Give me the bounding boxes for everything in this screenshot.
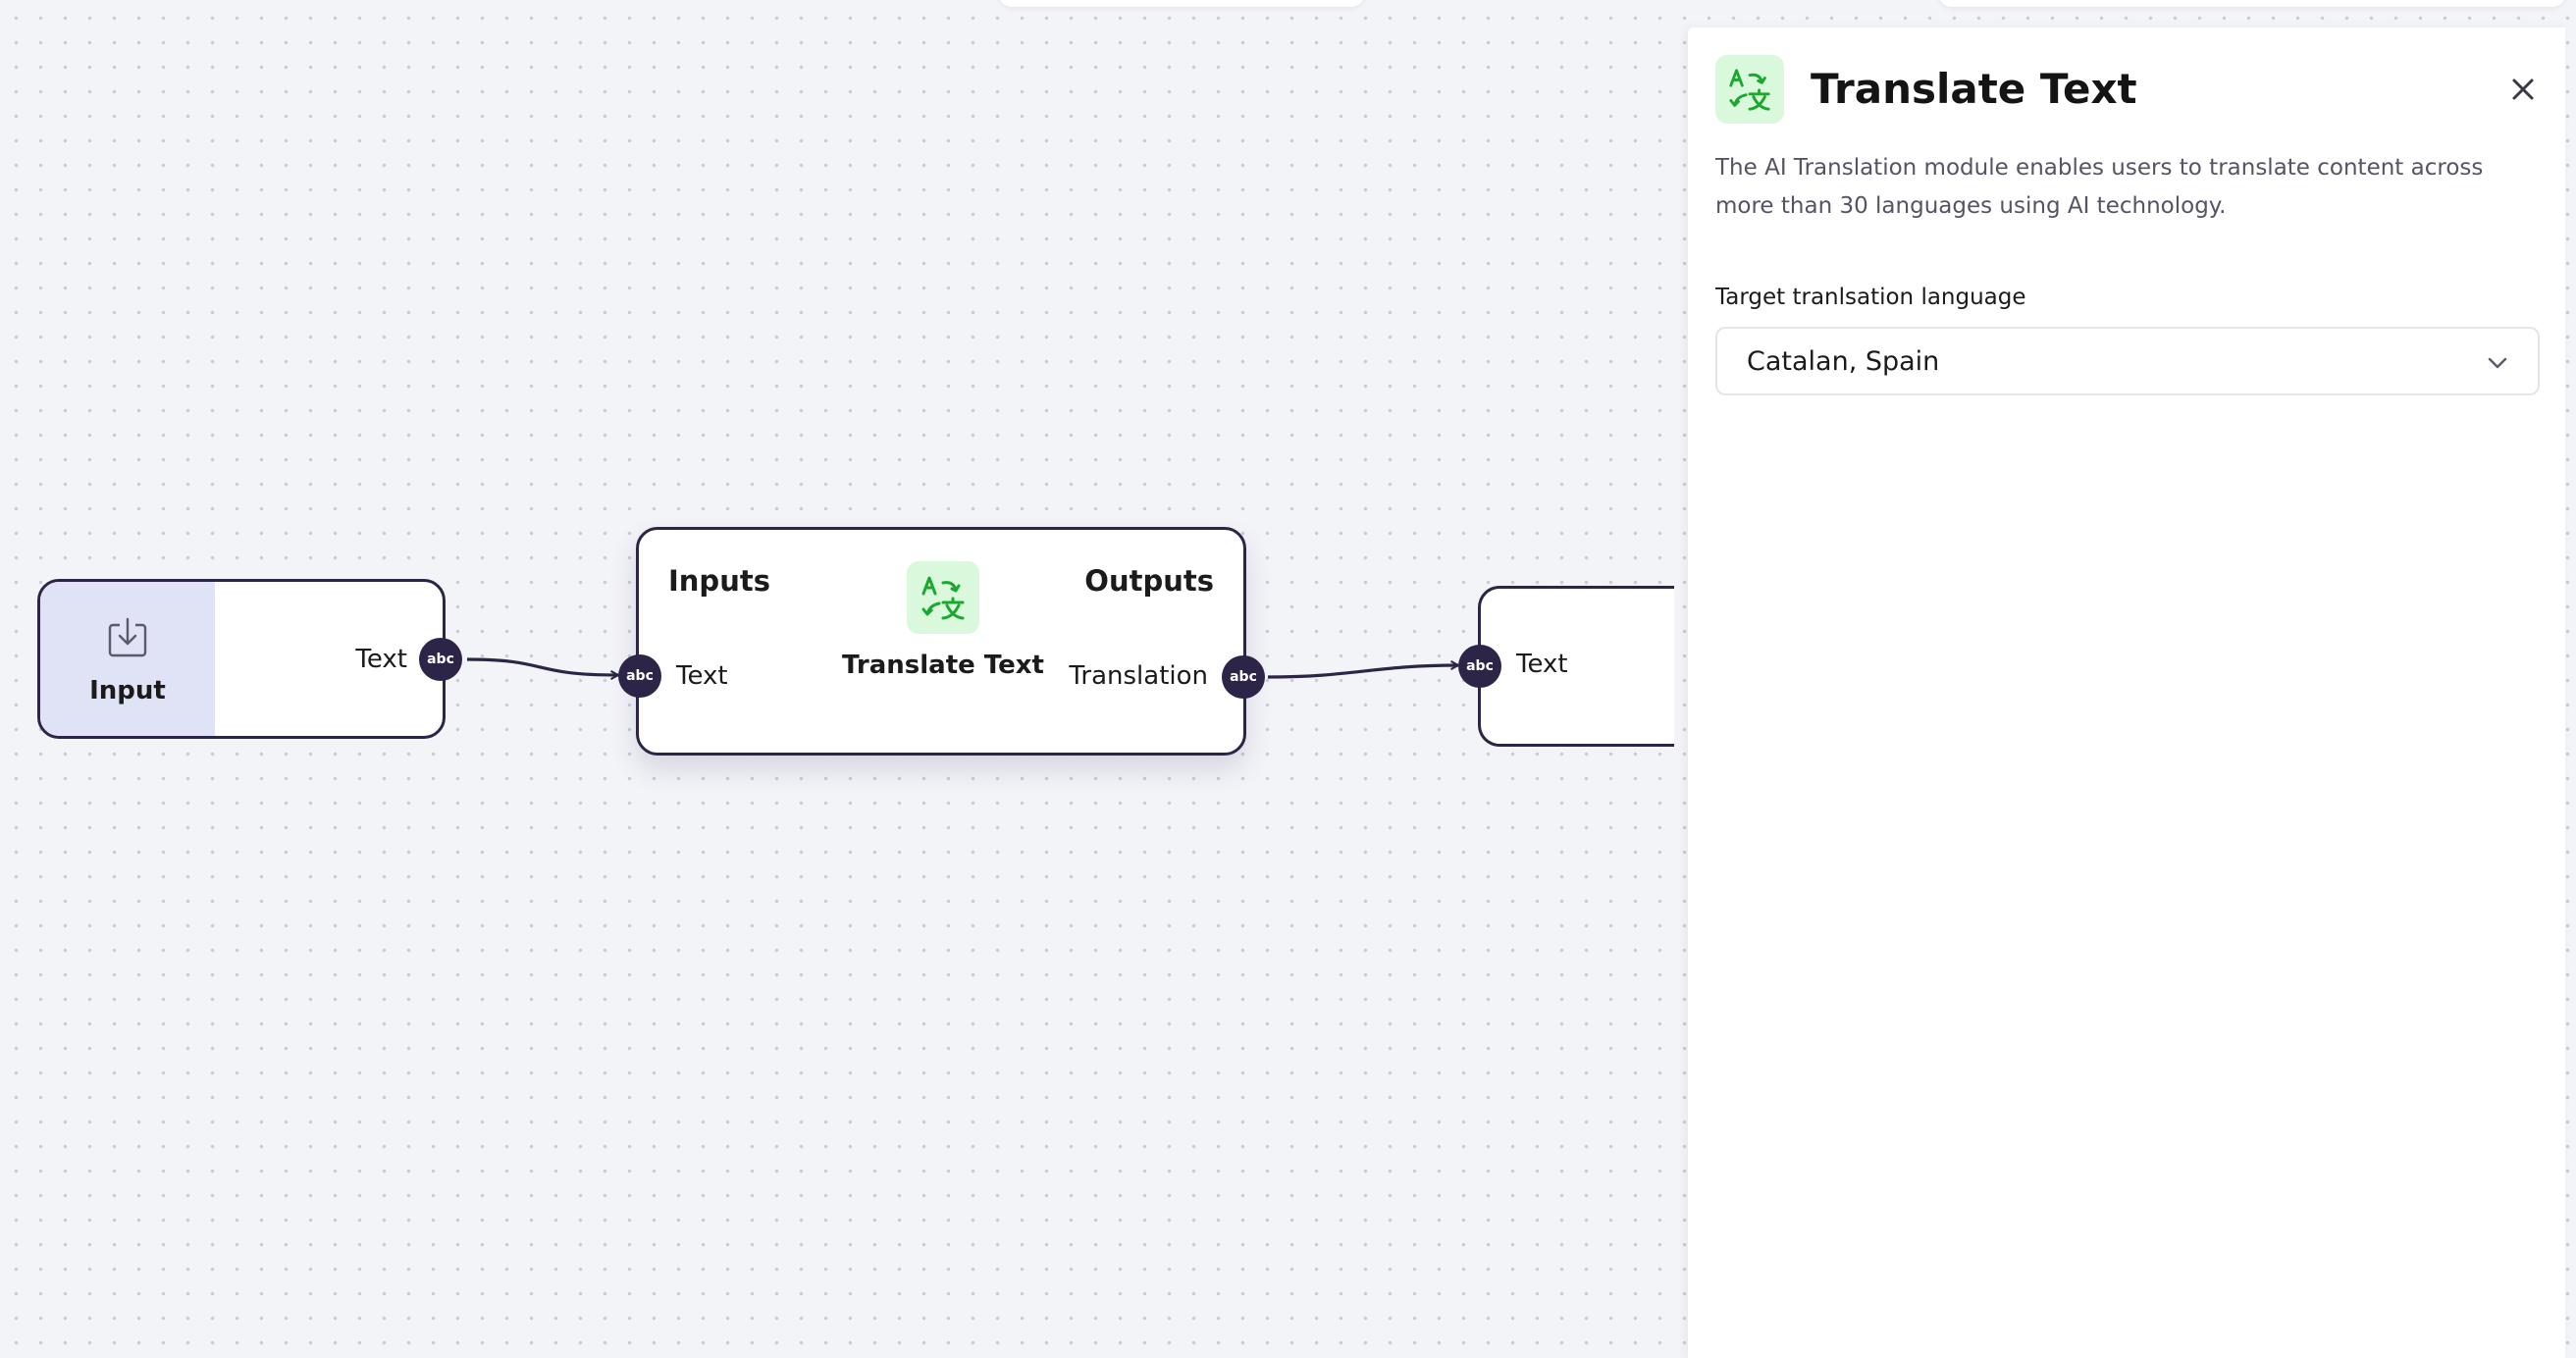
panel-description: The AI Translation module enables users … xyxy=(1715,155,2484,219)
close-icon[interactable] xyxy=(2508,75,2538,104)
node-settings-panel: Translate Text The AI Translation module… xyxy=(1688,27,2565,1358)
translate-node-title: Translate Text xyxy=(842,651,1044,680)
input-node[interactable]: Input Text xyxy=(37,579,446,739)
offscreen-node-card[interactable] xyxy=(1938,0,2566,7)
translate-icon xyxy=(921,576,965,620)
translate-node-icon-tile xyxy=(907,561,979,634)
panel-icon-tile xyxy=(1715,55,1784,124)
target-language-label: Target tranlsation language xyxy=(1715,285,2026,310)
input-icon xyxy=(108,617,147,656)
target-language-value: Catalan, Spain xyxy=(1747,346,1940,377)
edge-translate-to-output xyxy=(1267,665,1458,679)
translate-icon xyxy=(1729,69,1770,111)
offscreen-node-card[interactable] xyxy=(998,0,1365,7)
translate-node-input-port[interactable]: abc xyxy=(618,654,661,698)
input-node-port-label: Text xyxy=(355,645,407,674)
translate-node-output-label: Translation xyxy=(1069,661,1208,691)
input-node-output-port[interactable]: abc xyxy=(419,638,462,681)
translate-node-output-port[interactable]: abc xyxy=(1222,655,1265,699)
output-node-port-label: Text xyxy=(1516,650,1568,679)
inputs-header: Inputs xyxy=(668,564,770,598)
input-node-icon-area: Input xyxy=(40,582,215,736)
edge-input-to-translate xyxy=(466,657,618,675)
panel-title: Translate Text xyxy=(1811,65,2137,113)
output-node[interactable]: Text xyxy=(1478,586,1674,747)
translate-text-node[interactable]: Inputs Outputs Translate Text Text Trans… xyxy=(636,527,1246,756)
target-language-select[interactable]: Catalan, Spain xyxy=(1715,327,2540,395)
translate-node-input-label: Text xyxy=(676,661,728,691)
input-node-label: Input xyxy=(89,675,166,705)
output-node-input-port[interactable]: abc xyxy=(1458,645,1501,688)
chevron-down-icon xyxy=(2488,357,2507,369)
outputs-header: Outputs xyxy=(1084,564,1214,598)
